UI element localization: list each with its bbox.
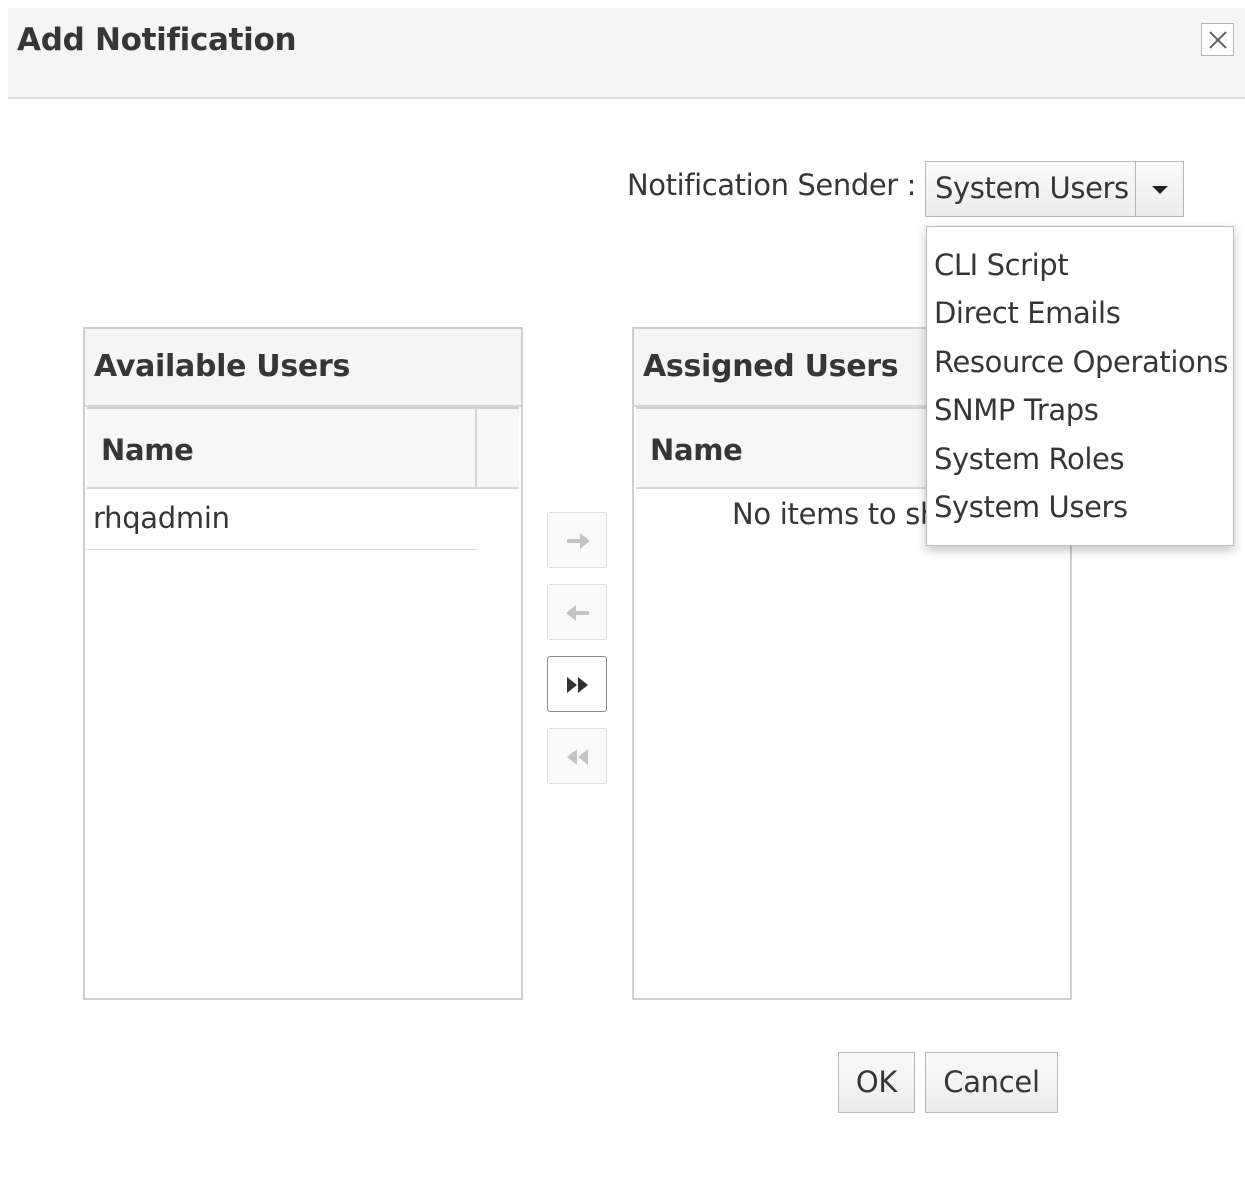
- arrow-right-icon: [567, 533, 590, 549]
- available-users-titlebar: Available Users: [85, 329, 521, 407]
- close-button[interactable]: [1201, 23, 1234, 56]
- dropdown-option-system-users[interactable]: System Users: [934, 490, 1128, 524]
- move-all-left-button[interactable]: [547, 728, 607, 784]
- available-users-panel: Available Users Name rhqadmin: [83, 327, 523, 1000]
- user-name-cell: rhqadmin: [93, 501, 230, 535]
- close-icon: [1209, 31, 1227, 49]
- notification-sender-label: Notification Sender :: [627, 168, 917, 202]
- arrow-left-icon: [566, 605, 589, 621]
- available-users-grid-header: Name: [87, 409, 519, 489]
- notification-sender-select[interactable]: System Users: [925, 161, 1184, 217]
- double-chevron-left-icon: [567, 749, 588, 765]
- available-users-title: Available Users: [94, 349, 351, 384]
- dropdown-option-direct-emails[interactable]: Direct Emails: [934, 296, 1121, 330]
- available-users-grid[interactable]: Name rhqadmin: [87, 407, 519, 998]
- double-chevron-right-icon: [567, 677, 588, 693]
- column-header-name[interactable]: Name: [650, 433, 743, 467]
- move-all-right-button[interactable]: [547, 656, 607, 712]
- dialog-header: Add Notification: [8, 8, 1245, 99]
- notification-sender-value: System Users: [935, 171, 1129, 205]
- move-selected-left-button[interactable]: [547, 584, 607, 640]
- caret-down-icon: [1152, 186, 1168, 194]
- assigned-users-title: Assigned Users: [643, 349, 899, 384]
- notification-sender-dropdown: CLI Script Direct Emails Resource Operat…: [926, 226, 1234, 546]
- dialog-title: Add Notification: [17, 22, 297, 58]
- table-row[interactable]: rhqadmin: [87, 489, 477, 550]
- dropdown-option-snmp-traps[interactable]: SNMP Traps: [934, 393, 1099, 427]
- column-header-name[interactable]: Name: [101, 433, 194, 467]
- dropdown-toggle[interactable]: [1135, 162, 1183, 216]
- grid-header-spacer: [475, 409, 517, 487]
- dropdown-option-cli-script[interactable]: CLI Script: [934, 248, 1069, 282]
- dropdown-option-system-roles[interactable]: System Roles: [934, 442, 1125, 476]
- add-notification-dialog: Add Notification Notification Sender : S…: [0, 0, 1245, 1177]
- dropdown-option-resource-operations[interactable]: Resource Operations: [934, 345, 1228, 379]
- cancel-button[interactable]: Cancel: [925, 1052, 1058, 1113]
- ok-button[interactable]: OK: [838, 1052, 915, 1113]
- move-selected-right-button[interactable]: [547, 512, 607, 568]
